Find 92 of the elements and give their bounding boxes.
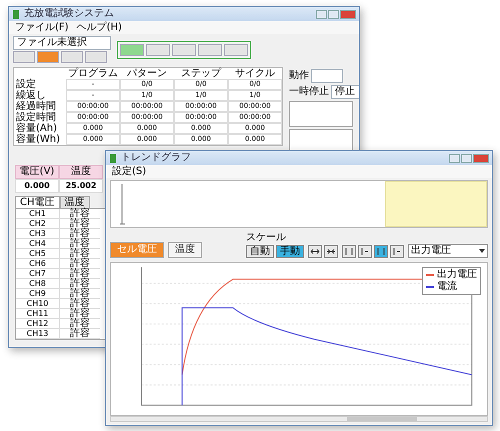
axis-icon (117, 182, 127, 226)
channel-name: CH5 (16, 249, 60, 259)
layout-button[interactable] (358, 245, 372, 258)
layout-icon (393, 247, 401, 256)
close-button[interactable] (340, 10, 356, 18)
menu-item[interactable]: ヘルプ(H) (76, 22, 122, 34)
layout-icon (377, 247, 385, 256)
mode-button[interactable] (61, 51, 83, 63)
layout-button[interactable] (374, 245, 388, 258)
column-header: パターン (126, 68, 168, 79)
legend-label: 出力電圧 (437, 269, 477, 280)
minimize-button[interactable] (316, 10, 327, 18)
channel-status: 許容 (60, 259, 100, 269)
channel-name: CH12 (16, 319, 60, 329)
channel-tab[interactable]: 温度 (60, 196, 90, 208)
command-button[interactable] (172, 44, 196, 56)
window-title: トレンドグラフ (121, 152, 191, 164)
field-label: 動作 (289, 70, 309, 82)
channel-status: 許容 (60, 209, 100, 219)
row-label: 経過時間 (15, 101, 57, 112)
column-header: ステップ (180, 68, 222, 79)
channel-name: CH8 (16, 279, 60, 289)
command-button[interactable] (224, 44, 248, 56)
channel-name: CH10 (16, 299, 60, 309)
readout-header: 温度 (59, 165, 103, 179)
row-label: 設定時間 (15, 112, 57, 123)
channel-name: CH4 (16, 239, 60, 249)
scrollbar[interactable] (110, 416, 488, 422)
row-label: 容量(Ah) (15, 123, 58, 134)
close-button[interactable] (473, 154, 489, 162)
series-button[interactable]: 温度 (168, 242, 202, 258)
mode-button[interactable] (85, 51, 107, 63)
status-field (311, 69, 343, 83)
window-title: 充放電試験システム (24, 8, 114, 20)
layout-button[interactable] (342, 245, 356, 258)
channel-status: 許容 (60, 229, 100, 239)
scale-option[interactable]: 手動 (276, 245, 304, 258)
readout-value: 25.002 (59, 179, 103, 193)
channel-name: CH13 (16, 329, 60, 339)
menu-item[interactable]: ファイル(F) (15, 22, 69, 34)
row-label: 繰返し (15, 90, 47, 101)
channel-status: 許容 (60, 299, 100, 309)
maximize-button[interactable] (461, 154, 472, 162)
column-header: プログラム (67, 68, 119, 79)
app-icon (12, 10, 20, 18)
mode-button[interactable] (37, 51, 59, 63)
mode-button[interactable] (13, 51, 35, 63)
channel-status: 許容 (60, 289, 100, 299)
channel-status: 許容 (60, 329, 100, 339)
collapse-arrows-icon (326, 248, 336, 255)
channel-name: CH3 (16, 229, 60, 239)
scale-option[interactable]: 自動 (246, 245, 274, 258)
command-button[interactable] (146, 44, 170, 56)
menu-item[interactable]: 設定(S) (112, 166, 146, 178)
readout-value: 0.000 (15, 179, 59, 193)
channel-status: 許容 (60, 219, 100, 229)
channel-name: CH1 (16, 209, 60, 219)
command-button[interactable] (198, 44, 222, 56)
channel-name: CH7 (16, 269, 60, 279)
app-icon (109, 154, 117, 162)
layout-button[interactable] (390, 245, 404, 258)
minimize-button[interactable] (449, 154, 460, 162)
row-label: 容量(Wh) (15, 134, 62, 145)
channel-tab[interactable]: CH電圧 (15, 196, 60, 208)
channel-name: CH9 (16, 289, 60, 299)
field-label: 一時停止 (289, 86, 329, 98)
readout-header: 電圧(V) (15, 165, 59, 179)
zoom-out-button[interactable] (324, 245, 338, 258)
status-field: ファイル未選択 (13, 36, 111, 50)
channel-status: 許容 (60, 249, 100, 259)
column-header: サイクル (234, 68, 276, 79)
legend-label: 電流 (437, 281, 457, 293)
channel-name: CH11 (16, 309, 60, 319)
dropdown-arrow-icon (479, 249, 485, 253)
zoom-in-button[interactable] (308, 245, 322, 258)
channel-status: 許容 (60, 239, 100, 249)
status-value: 停止 (331, 85, 359, 99)
scale-label: スケール (246, 232, 287, 244)
log-list (289, 101, 353, 127)
channel-name: CH6 (16, 259, 60, 269)
channel-name: CH2 (16, 219, 60, 229)
display-dropdown[interactable]: 出力電圧 (408, 244, 488, 258)
channel-status: 許容 (60, 279, 100, 289)
channel-status: 許容 (60, 269, 100, 279)
row-label: 設定 (15, 79, 37, 90)
maximize-button[interactable] (328, 10, 339, 18)
layout-icon (361, 247, 369, 256)
command-button[interactable] (120, 44, 144, 56)
channel-status: 許容 (60, 319, 100, 329)
channel-status: 許容 (60, 309, 100, 319)
expand-arrows-icon (310, 248, 320, 255)
layout-icon (345, 247, 353, 256)
